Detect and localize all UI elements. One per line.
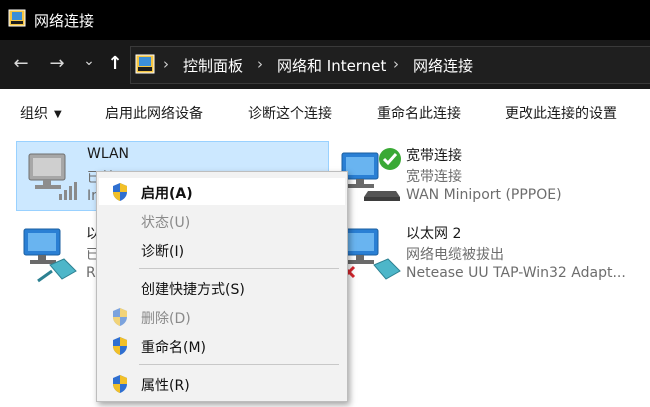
organize-label: 组织 <box>20 106 48 122</box>
breadcrumb-control-panel[interactable]: 控制面板 <box>183 55 243 76</box>
breadcrumb-network-internet[interactable]: 网络和 Internet <box>277 55 386 76</box>
context-menu: 启用(A) 状态(U) 诊断(I) 创建快捷方式(S) 删除(D) 重命名(M) <box>96 171 348 402</box>
connection-status: 网络电缆被拔出 <box>406 247 504 263</box>
diagnose-button[interactable]: 诊断这个连接 <box>248 103 332 123</box>
menu-item-label: 删除(D) <box>141 311 191 327</box>
recent-locations-chevron-icon[interactable]: ⌄ <box>78 50 100 72</box>
menu-item-label: 创建快捷方式(S) <box>141 282 245 298</box>
menu-item-create-shortcut[interactable]: 创建快捷方式(S) <box>99 274 345 301</box>
up-arrow-icon[interactable]: ↑ <box>104 53 126 75</box>
menu-item-diagnose[interactable]: 诊断(I) <box>99 236 345 263</box>
chevron-down-icon: ▼ <box>54 109 62 120</box>
menu-item-label: 诊断(I) <box>141 244 185 260</box>
enable-device-button[interactable]: 启用此网络设备 <box>105 103 203 123</box>
menu-item-rename[interactable]: 重命名(M) <box>99 332 345 359</box>
rename-button[interactable]: 重命名此连接 <box>377 103 461 123</box>
broadband-connected-icon <box>341 148 401 201</box>
uac-shield-icon <box>113 375 127 393</box>
navigation-bar: ← → ⌄ ↑ › 控制面板 › 网络和 Internet › 网络连接 <box>0 40 650 89</box>
menu-separator <box>139 268 339 269</box>
connection-device: WAN Miniport (PPPOE) <box>406 187 562 203</box>
change-settings-button[interactable]: 更改此连接的设置 <box>505 103 617 123</box>
connection-name: 宽带连接 <box>406 148 462 164</box>
menu-item-label: 启用(A) <box>141 186 193 202</box>
connection-device: Netease UU TAP-Win32 Adapt... <box>406 265 626 281</box>
uac-shield-icon <box>113 337 127 355</box>
title-bar: 网络连接 <box>0 0 650 40</box>
menu-separator <box>139 364 339 365</box>
connection-status: 宽带连接 <box>406 169 462 185</box>
menu-item-enable[interactable]: 启用(A) <box>99 178 345 205</box>
wifi-adapter-disabled-icon <box>28 153 77 200</box>
connection-name: WLAN <box>87 146 130 162</box>
command-bar: 组织 ▼ 启用此网络设备 诊断这个连接 重命名此连接 更改此连接的设置 <box>0 89 650 133</box>
menu-item-label: 状态(U) <box>141 215 191 231</box>
organize-button[interactable]: 组织 ▼ <box>20 103 62 123</box>
uac-shield-icon <box>113 308 127 326</box>
menu-item-status[interactable]: 状态(U) <box>99 207 345 234</box>
window-title: 网络连接 <box>34 12 95 30</box>
ethernet-adapter-icon <box>23 228 77 283</box>
uac-shield-icon <box>113 183 127 201</box>
menu-item-label: 重命名(M) <box>141 340 207 356</box>
menu-item-label: 属性(R) <box>141 378 190 394</box>
menu-item-delete[interactable]: 删除(D) <box>99 303 345 330</box>
connection-tile-ethernet-2[interactable]: 以太网 2 网络电缆被拔出 Netease UU TAP-Win32 Adapt… <box>336 219 648 289</box>
breadcrumb-separator[interactable]: › <box>163 55 169 73</box>
forward-arrow-icon[interactable]: → <box>46 53 68 75</box>
connection-tile-broadband[interactable]: 宽带连接 宽带连接 WAN Miniport (PPPOE) <box>336 141 648 211</box>
breadcrumb-separator[interactable]: › <box>393 55 399 73</box>
breadcrumb-network-connections[interactable]: 网络连接 <box>413 55 473 76</box>
connection-name: 以太网 2 <box>406 226 462 242</box>
control-panel-icon <box>135 54 155 74</box>
menu-item-properties[interactable]: 属性(R) <box>99 370 345 397</box>
breadcrumb-separator[interactable]: › <box>257 55 263 73</box>
network-connections-icon <box>8 9 26 27</box>
address-bar[interactable]: › 控制面板 › 网络和 Internet › 网络连接 <box>130 46 650 84</box>
ethernet-unplugged-icon <box>341 228 401 280</box>
back-arrow-icon[interactable]: ← <box>10 53 32 75</box>
